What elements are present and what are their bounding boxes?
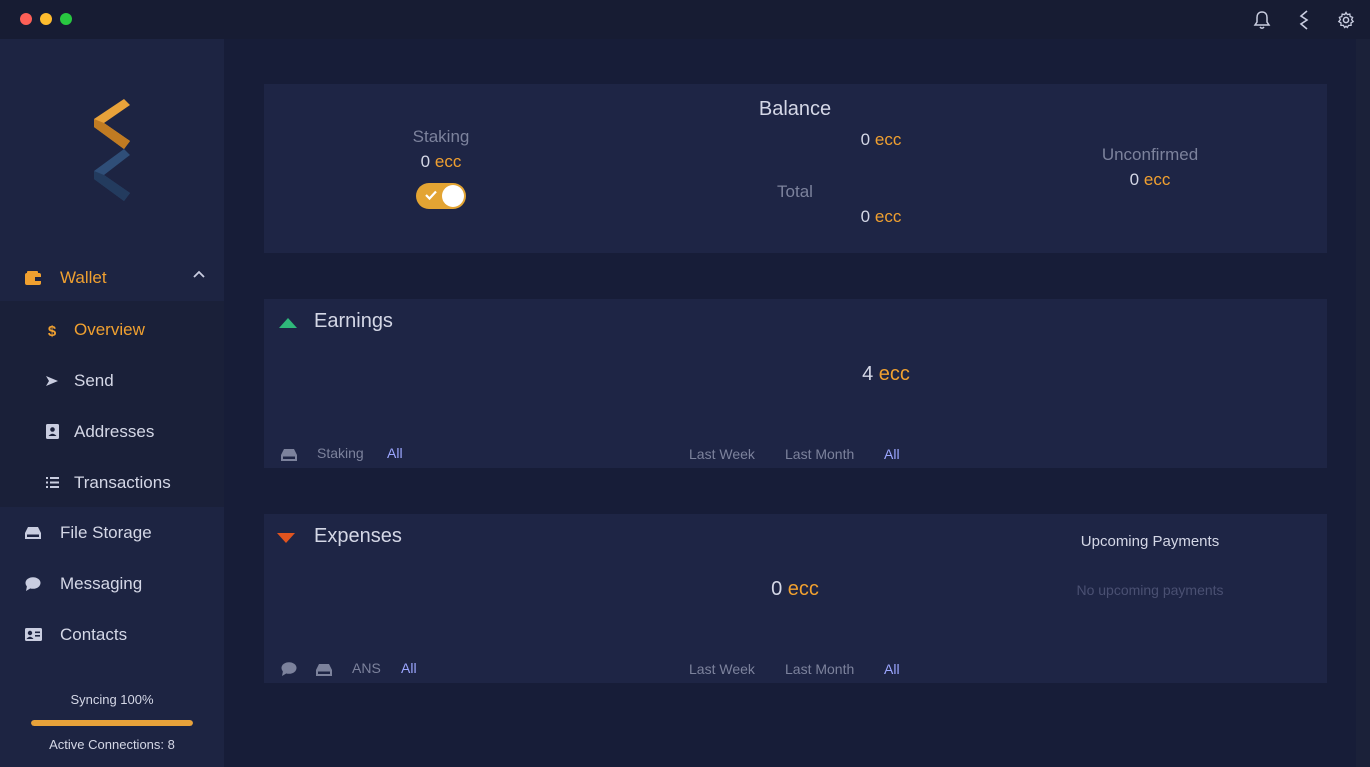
sidebar-item-label: File Storage xyxy=(60,522,152,542)
filter-all-time[interactable]: All xyxy=(884,661,900,677)
triangle-down-icon xyxy=(276,531,296,543)
active-connections: Active Connections: 8 xyxy=(49,737,175,752)
minimize-window-button[interactable] xyxy=(40,13,52,25)
wallet-icon xyxy=(24,269,42,287)
upcoming-payments-empty: No upcoming payments xyxy=(1076,582,1224,598)
main-content: Balance Staking 0 ecc 0 ecc Total 0 ecc … xyxy=(224,39,1356,767)
maximize-window-button[interactable] xyxy=(60,13,72,25)
contacts-icon xyxy=(24,626,42,644)
earnings-amount: 4 ecc xyxy=(862,363,910,385)
ecc-logo xyxy=(90,97,134,205)
chat-icon[interactable] xyxy=(281,662,297,676)
triangle-up-icon xyxy=(278,316,298,328)
earnings-panel: Earnings 4 ecc Staking All Last Week Las… xyxy=(264,299,1327,468)
expenses-title: Expenses xyxy=(314,525,402,547)
toggle-knob xyxy=(442,185,464,207)
earnings-title: Earnings xyxy=(314,310,393,332)
sidebar-item-label: Addresses xyxy=(74,421,155,441)
total-amount: 0 ecc xyxy=(860,207,902,226)
title-bar xyxy=(0,0,1370,39)
sidebar-item-wallet[interactable]: Wallet xyxy=(0,252,224,303)
unconfirmed-amount: 0 ecc xyxy=(1129,170,1171,189)
balance-title: Balance xyxy=(758,98,832,120)
filter-last-week[interactable]: Last Week xyxy=(689,446,755,462)
unconfirmed-label: Unconfirmed xyxy=(1101,145,1199,164)
upcoming-payments-title: Upcoming Payments xyxy=(1080,533,1220,550)
sidebar-item-transactions[interactable]: Transactions xyxy=(0,457,224,508)
gear-icon[interactable] xyxy=(1336,10,1356,30)
sidebar-item-addresses[interactable]: Addresses xyxy=(0,406,224,457)
sidebar-item-label: Messaging xyxy=(60,573,143,593)
storage-icon[interactable] xyxy=(281,448,297,462)
sidebar-item-label: Contacts xyxy=(60,624,128,644)
list-icon xyxy=(44,475,60,491)
expenses-panel: Expenses 0 ecc Upcoming Payments No upco… xyxy=(264,514,1327,683)
staking-label: Staking xyxy=(412,127,470,146)
sidebar-item-label: Transactions xyxy=(74,472,171,492)
ecc-logo-icon[interactable] xyxy=(1294,10,1314,30)
expenses-amount: 0 ecc xyxy=(771,578,819,600)
filter-last-month[interactable]: Last Month xyxy=(785,446,854,462)
dollar-icon: $ xyxy=(44,322,60,338)
close-window-button[interactable] xyxy=(20,13,32,25)
sidebar: Wallet $ Overview Send Addresses Transac… xyxy=(0,39,224,767)
sync-progress-fill xyxy=(31,720,193,726)
sidebar-item-file-storage[interactable]: File Storage xyxy=(0,507,224,558)
sync-progress-bar xyxy=(31,720,193,726)
balance-amount: 0 ecc xyxy=(860,130,902,149)
scrollbar[interactable] xyxy=(1356,39,1370,767)
chat-icon xyxy=(24,575,42,593)
sidebar-item-overview[interactable]: $ Overview xyxy=(0,304,224,355)
sync-status: Syncing 100% xyxy=(70,692,154,707)
filter-all-types[interactable]: All xyxy=(401,660,417,676)
svg-text:$: $ xyxy=(48,323,57,338)
bell-icon[interactable] xyxy=(1252,10,1272,30)
balance-panel: Balance Staking 0 ecc 0 ecc Total 0 ecc … xyxy=(264,84,1327,253)
sidebar-item-send[interactable]: Send xyxy=(0,355,224,406)
filter-staking[interactable]: Staking xyxy=(317,445,364,461)
wallet-submenu: $ Overview Send Addresses Transactions xyxy=(0,301,224,507)
sidebar-item-label: Wallet xyxy=(60,267,107,287)
filter-last-month[interactable]: Last Month xyxy=(785,661,854,677)
check-icon xyxy=(425,190,437,201)
filter-ans[interactable]: ANS xyxy=(352,660,381,676)
send-icon xyxy=(44,373,60,389)
filter-all-types[interactable]: All xyxy=(387,445,403,461)
total-label: Total xyxy=(777,182,813,201)
storage-icon[interactable] xyxy=(316,663,332,677)
filter-all-time[interactable]: All xyxy=(884,446,900,462)
sidebar-item-label: Send xyxy=(74,370,114,390)
address-book-icon xyxy=(44,424,60,440)
sidebar-item-contacts[interactable]: Contacts xyxy=(0,609,224,660)
chevron-up-icon[interactable] xyxy=(192,268,206,282)
staking-amount: 0 ecc xyxy=(420,152,462,171)
sidebar-item-messaging[interactable]: Messaging xyxy=(0,558,224,609)
staking-toggle[interactable] xyxy=(416,183,466,209)
filter-last-week[interactable]: Last Week xyxy=(689,661,755,677)
sidebar-item-label: Overview xyxy=(74,319,145,339)
storage-icon xyxy=(24,524,42,542)
